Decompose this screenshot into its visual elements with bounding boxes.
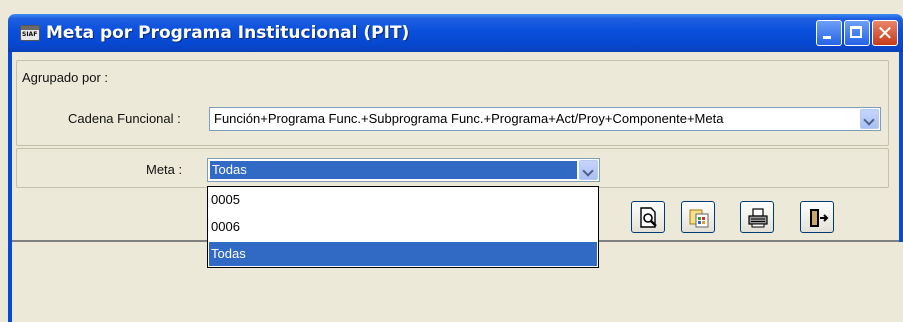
meta-option-todas[interactable]: Todas [209,242,597,266]
printer-icon [748,208,768,228]
exit-button[interactable] [800,201,834,233]
cadena-funcional-select[interactable]: Función+Programa Func.+Subprograma Func.… [209,107,881,131]
maximize-icon [850,26,862,38]
meta-dropdown-list[interactable]: 0005 0006 Todas [207,186,599,268]
close-icon: ✕ [876,21,894,45]
export-icon [689,209,709,228]
minimize-icon [823,36,831,39]
cadena-funcional-label: Cadena Funcional : [68,111,181,126]
meta-value: Todas [209,160,578,180]
window-title: Meta por Programa Institucional (PIT) [46,23,410,43]
chevron-down-icon[interactable] [860,109,879,129]
preview-button[interactable] [631,201,665,233]
exit-door-icon [810,209,829,227]
close-button[interactable]: ✕ [872,20,898,46]
cadena-funcional-value: Función+Programa Func.+Subprograma Func.… [214,111,724,126]
agrupado-group [16,60,889,146]
meta-select[interactable]: Todas [207,158,600,182]
window-titlebar[interactable]: SIAF Meta por Programa Institucional (PI… [8,14,903,52]
meta-label: Meta : [146,162,183,177]
agrupado-label: Agrupado por : [22,70,109,85]
window-frame-right [899,52,903,242]
chevron-down-icon[interactable] [579,160,598,180]
preview-icon [640,207,657,228]
print-button[interactable] [740,201,774,233]
export-button[interactable] [681,201,715,233]
meta-option-0005[interactable]: 0005 [209,188,597,212]
app-icon-label: SIAF [22,31,38,38]
app-icon: SIAF [20,25,40,41]
minimize-button[interactable] [816,20,842,46]
meta-option-0006[interactable]: 0006 [209,215,597,239]
maximize-button[interactable] [844,20,870,46]
